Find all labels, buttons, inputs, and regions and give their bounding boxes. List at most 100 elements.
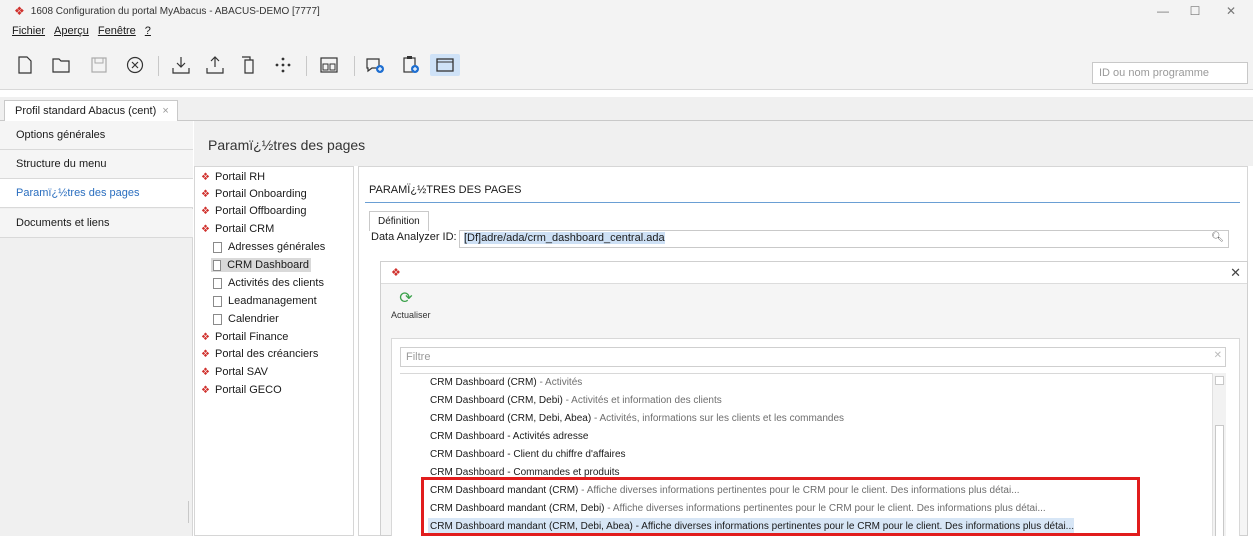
page-icon: [213, 277, 222, 289]
nav-item-parametres-pages[interactable]: Paramï¿½tres des pages: [0, 179, 193, 208]
tree-node-portail-crm[interactable]: ❖ Portail CRM: [201, 223, 274, 235]
cancel-icon[interactable]: [124, 54, 146, 76]
tree-node-label: Portail RH: [215, 171, 266, 183]
move-icon[interactable]: [272, 54, 294, 76]
data-analyzer-id-value: [Df]adre/ada/crm_dashboard_central.ada: [464, 232, 665, 244]
close-tab-icon[interactable]: ×: [162, 105, 168, 117]
list-item-name: CRM Dashboard - Activités adresse: [430, 431, 589, 442]
data-analyzer-id-field[interactable]: [Df]adre/ada/crm_dashboard_central.ada 🔍…: [459, 230, 1229, 248]
menu-fenetre[interactable]: Fenêtre: [98, 25, 136, 37]
tree-node-label: Portail Offboarding: [215, 205, 307, 217]
tab-label: Profil standard Abacus (cent): [15, 105, 157, 117]
list-scrollbar[interactable]: [1212, 373, 1226, 536]
left-navigation: Options générales Structure du menu Para…: [0, 121, 193, 536]
portal-tree: ❖ Portail RH ❖ Portail Onboarding ❖ Portail…: [194, 166, 354, 536]
portal-icon: ❖: [201, 348, 210, 360]
dashboard-list: CRM Dashboard (CRM) - Activités CRM Dash…: [400, 373, 1212, 536]
tree-node-portail-geco[interactable]: ❖ Portail GECO: [201, 384, 282, 396]
tree-node-leadmanagement[interactable]: Leadmanagement: [213, 295, 317, 307]
page-icon: [213, 259, 222, 271]
save-icon[interactable]: [88, 54, 110, 76]
tab-definition[interactable]: Définition: [369, 211, 429, 231]
list-item-name: CRM Dashboard mandant (CRM, Debi): [430, 503, 605, 514]
data-analyzer-label: Data Analyzer ID:: [371, 231, 457, 243]
list-item-name: CRM Dashboard (CRM, Debi, Abea): [430, 413, 592, 424]
maximize-button[interactable]: ☐: [1182, 3, 1208, 19]
list-item[interactable]: CRM Dashboard mandant (CRM) - Affiche di…: [430, 482, 1020, 500]
tree-node-label: Portail CRM: [215, 223, 275, 235]
close-window-button[interactable]: ✕: [1218, 3, 1244, 19]
menu-help[interactable]: ?: [145, 25, 151, 37]
tree-node-adresses-generales[interactable]: Adresses générales: [213, 241, 325, 253]
minimize-button[interactable]: —: [1150, 3, 1176, 19]
list-item[interactable]: CRM Dashboard - Commandes et produits: [430, 464, 620, 482]
tree-node-portal-creanciers[interactable]: ❖ Portal des créanciers: [201, 348, 318, 360]
section-title: PARAMÏ¿½TRES DES PAGES: [369, 184, 522, 196]
list-item-name: CRM Dashboard - Commandes et produits: [430, 467, 620, 478]
new-icon[interactable]: [14, 54, 36, 76]
clear-filter-icon[interactable]: ✕: [1214, 350, 1222, 361]
portal-icon: ❖: [201, 205, 210, 217]
tree-node-crm-dashboard[interactable]: CRM Dashboard: [211, 258, 311, 272]
tree-node-activites-clients[interactable]: Activités des clients: [213, 277, 324, 289]
tree-node-portail-onboarding[interactable]: ❖ Portail Onboarding: [201, 188, 307, 200]
list-item[interactable]: CRM Dashboard mandant (CRM, Debi) - Affi…: [430, 500, 1046, 518]
tree-node-label: Activités des clients: [228, 277, 324, 289]
scroll-thumb[interactable]: [1215, 425, 1224, 536]
list-item[interactable]: CRM Dashboard (CRM) - Activités: [430, 374, 582, 392]
menu-fichier[interactable]: Fichier: [12, 25, 45, 37]
tree-node-label: Portail Finance: [215, 331, 289, 343]
clipboard-add-icon[interactable]: [400, 54, 422, 76]
tree-node-portal-sav[interactable]: ❖ Portal SAV: [201, 366, 268, 378]
list-item-selected[interactable]: CRM Dashboard mandant (CRM, Debi, Abea) …: [428, 518, 1074, 536]
list-item[interactable]: CRM Dashboard (CRM, Debi, Abea) - Activi…: [430, 410, 844, 428]
page-header: Paramï¿½tres des pages: [194, 121, 1253, 166]
upload-icon[interactable]: [204, 54, 226, 76]
nav-item-structure-menu[interactable]: Structure du menu: [0, 150, 193, 179]
tree-node-calendrier[interactable]: Calendrier: [213, 313, 279, 325]
scroll-up-icon[interactable]: [1215, 376, 1224, 385]
list-item-name: CRM Dashboard - Client du chiffre d'affa…: [430, 449, 626, 460]
nav-item-documents-liens[interactable]: Documents et liens: [0, 209, 193, 238]
window-icon[interactable]: [430, 54, 460, 76]
tab-profil-standard[interactable]: Profil standard Abacus (cent) ×: [4, 100, 178, 121]
tree-node-portail-finance[interactable]: ❖ Portail Finance: [201, 331, 288, 343]
list-item[interactable]: CRM Dashboard - Client du chiffre d'affa…: [430, 446, 626, 464]
list-item[interactable]: CRM Dashboard (CRM, Debi) - Activités et…: [430, 392, 722, 410]
tree-node-portail-rh[interactable]: ❖ Portail RH: [201, 171, 265, 183]
chat-add-icon[interactable]: [364, 54, 386, 76]
download-icon[interactable]: [170, 54, 192, 76]
refresh-button[interactable]: ⟳ Actualiser: [391, 290, 431, 320]
calculator-icon[interactable]: [318, 54, 340, 76]
open-icon[interactable]: [50, 54, 72, 76]
refresh-label: Actualiser: [391, 310, 431, 320]
close-dialog-button[interactable]: ✕: [1230, 265, 1241, 281]
window-title: 1608 Configuration du portal MyAbacus - …: [30, 5, 320, 17]
tree-node-label: Leadmanagement: [228, 295, 317, 307]
program-search-input[interactable]: ID ou nom programme: [1092, 62, 1248, 84]
menu-apercu[interactable]: Aperçu: [54, 25, 89, 37]
refresh-icon: ⟳: [399, 290, 413, 307]
copy-icon[interactable]: [238, 54, 260, 76]
page-title: Paramï¿½tres des pages: [208, 137, 366, 153]
toolbar: [0, 40, 1253, 90]
filter-input[interactable]: Filtre ✕: [400, 347, 1226, 367]
list-item-name: CRM Dashboard mandant (CRM): [430, 485, 579, 496]
search-icon[interactable]: 🔍︎: [1211, 232, 1224, 243]
tree-node-label: Portal SAV: [215, 366, 268, 378]
list-item[interactable]: CRM Dashboard - Activités adresse: [430, 428, 588, 446]
portal-icon: ❖: [201, 384, 210, 396]
splitter-handle[interactable]: [188, 501, 189, 523]
list-item-description: - Activités: [536, 377, 583, 388]
tree-node-label: Portail Onboarding: [215, 188, 307, 200]
list-item-name: CRM Dashboard (CRM, Debi): [430, 395, 563, 406]
menu-bar: Fichier Aperçu Fenêtre ?: [0, 22, 1253, 40]
filter-placeholder: Filtre: [406, 351, 431, 363]
abacus-logo-icon: ❖: [391, 267, 401, 279]
tree-node-portail-offboarding[interactable]: ❖ Portail Offboarding: [201, 205, 307, 217]
abacus-logo-icon: ❖: [14, 4, 25, 18]
list-item-description: - Activités et information des clients: [562, 395, 722, 406]
dashboard-list-panel: Filtre ✕ CRM Dashboard (CRM) - Activités…: [391, 338, 1240, 536]
nav-item-options-generales[interactable]: Options générales: [0, 121, 193, 150]
section-divider: [365, 202, 1240, 203]
